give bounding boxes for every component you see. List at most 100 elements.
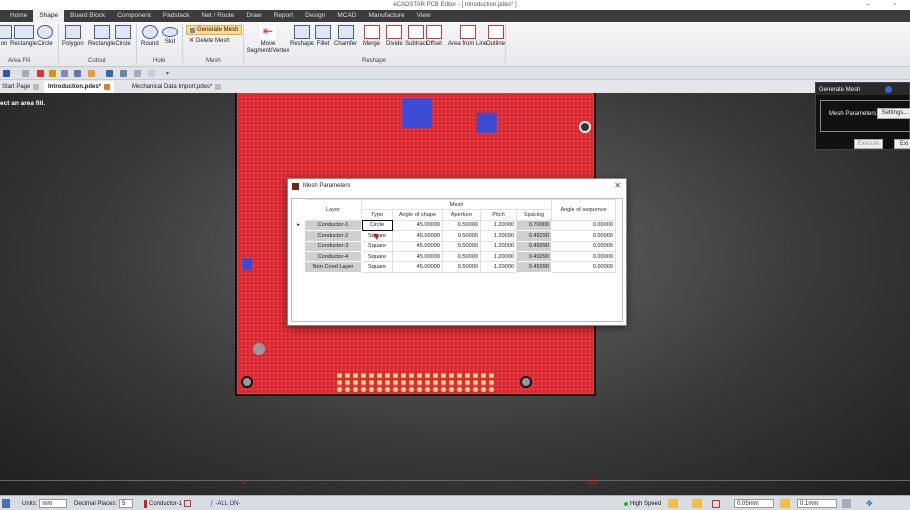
- area-fill-circle-button[interactable]: Circle: [37, 25, 53, 48]
- snap-icon[interactable]: [668, 499, 678, 508]
- menu-tab-draw[interactable]: Draw: [240, 10, 267, 22]
- menu-tab-board-block[interactable]: Board Block: [64, 10, 111, 22]
- maximize-button[interactable]: ▫: [894, 0, 896, 10]
- pitch-cell[interactable]: 1.20000: [480, 240, 517, 252]
- reshape-divide-button[interactable]: Divide: [386, 25, 403, 48]
- menu-tab-design[interactable]: Design: [299, 10, 331, 22]
- reshape-chamfer-button[interactable]: Chamfer: [334, 25, 357, 48]
- menu-tab-report[interactable]: Report: [268, 10, 300, 22]
- layer-settings-icon[interactable]: [184, 500, 192, 507]
- menu-tab-component[interactable]: Component: [111, 10, 157, 22]
- exit-button[interactable]: Exi: [894, 139, 910, 149]
- type-cell[interactable]: Square: [361, 240, 393, 252]
- menu-tab-padstack[interactable]: Padstack: [157, 10, 196, 22]
- bracket-icon[interactable]: [148, 70, 155, 77]
- menu-tab-view[interactable]: View: [411, 10, 437, 22]
- aperture-cell[interactable]: 0.50000: [442, 261, 481, 273]
- delete-icon[interactable]: [37, 70, 44, 77]
- pitch-cell[interactable]: 1.20000: [480, 261, 517, 273]
- customize-dropdown-icon[interactable]: ▾: [166, 70, 173, 77]
- grid-size-select[interactable]: 0.05mm: [734, 499, 774, 508]
- pan-icon[interactable]: ✥: [866, 499, 873, 508]
- table-row[interactable]: Non Cond Layer Square 45.00000 0.50000 1.200…: [292, 261, 616, 273]
- angle-of-sequence-cell[interactable]: 0.00000: [551, 250, 616, 263]
- settings-button[interactable]: Settings...: [877, 108, 910, 119]
- copy-icon[interactable]: [134, 70, 141, 77]
- hole-slot-button[interactable]: Slot: [162, 25, 178, 46]
- help-icon[interactable]: [885, 86, 892, 93]
- reshape-subtract-button[interactable]: Subtract: [405, 25, 427, 48]
- reshape-area-from-line-button[interactable]: Area from Line: [448, 25, 487, 48]
- table-row[interactable]: ▸ Conductor-1 Circle 45.00000 0.50000 1.20000…: [292, 219, 616, 232]
- cutout-rectangle-button[interactable]: Rectangle: [88, 25, 115, 48]
- close-button[interactable]: ✕: [614, 181, 621, 190]
- route-icon[interactable]: [692, 499, 702, 508]
- close-icon[interactable]: [33, 84, 40, 90]
- angle-of-sequence-cell[interactable]: 0.00000: [551, 230, 616, 242]
- aperture-cell[interactable]: 0.50000: [442, 240, 481, 252]
- undo-icon[interactable]: [3, 70, 10, 77]
- pitch-cell[interactable]: 1.20000: [480, 230, 517, 242]
- menu-tab-shape[interactable]: Shape: [33, 10, 65, 22]
- cutout-circle-button[interactable]: Circle: [115, 25, 131, 48]
- angle-of-shape-cell[interactable]: 45.00000: [392, 261, 443, 273]
- type-cell[interactable]: Circle: [361, 219, 393, 232]
- table-row[interactable]: Conductor-2 Square 45.00000 0.50000 1.20000 0…: [292, 230, 616, 242]
- close-icon[interactable]: [104, 84, 110, 90]
- angle-of-shape-cell[interactable]: 45.00000: [392, 219, 443, 232]
- minimize-button[interactable]: –: [866, 0, 870, 10]
- cutout-polygon-button[interactable]: Polygon: [62, 25, 84, 48]
- zoom-icon[interactable]: [61, 70, 68, 77]
- table-row[interactable]: Conductor-4 Square 45.00000 0.50000 1.20000 0…: [292, 250, 616, 263]
- tab-introduction[interactable]: Introduction.pdes*: [44, 81, 114, 93]
- menu-tab-net-route[interactable]: Net / Route: [196, 10, 241, 22]
- select-icon[interactable]: [49, 70, 56, 77]
- units-select[interactable]: mm: [39, 499, 68, 508]
- type-cell[interactable]: Square: [361, 250, 393, 263]
- mode-icon[interactable]: [2, 499, 10, 508]
- execute-button[interactable]: Execute: [854, 139, 883, 149]
- aperture-cell[interactable]: 0.50000: [442, 230, 481, 242]
- pitch-cell[interactable]: 1.20000: [480, 250, 517, 263]
- reshape-outline-button[interactable]: Outline: [486, 25, 505, 48]
- reshape-reshape-button[interactable]: Reshape: [290, 25, 314, 48]
- reshape-offset-button[interactable]: Offset: [426, 25, 442, 48]
- hole-round-button[interactable]: Round: [141, 25, 159, 48]
- reshape-fillet-button[interactable]: Fillet: [315, 25, 331, 48]
- close-icon[interactable]: [215, 84, 222, 90]
- speed-mode[interactable]: High Speed: [630, 501, 661, 507]
- menu-tab-mcad[interactable]: MCAD: [331, 10, 362, 22]
- view-icon[interactable]: [74, 70, 81, 77]
- angle-of-shape-cell[interactable]: 45.00000: [392, 230, 443, 242]
- filter-status[interactable]: -ALL ON-: [215, 501, 240, 507]
- menu-tab-manufacture[interactable]: Manufacture: [363, 10, 411, 22]
- comment-icon[interactable]: [88, 70, 95, 77]
- grid-icon[interactable]: [712, 499, 720, 508]
- angle-of-shape-cell[interactable]: 45.00000: [392, 240, 443, 252]
- angle-of-sequence-cell[interactable]: 0.00000: [551, 261, 616, 273]
- angle-of-sequence-cell[interactable]: 0.00000: [551, 240, 616, 252]
- aperture-cell[interactable]: 0.50000: [442, 219, 481, 232]
- active-layer[interactable]: Conductor-1: [149, 501, 182, 507]
- menu-tab-home[interactable]: Home: [4, 10, 33, 22]
- table-icon[interactable]: [120, 70, 127, 77]
- width-icon[interactable]: [780, 499, 790, 508]
- redo-icon[interactable]: [22, 70, 29, 77]
- area-fill-rectangle-button[interactable]: Rectangle: [10, 25, 37, 48]
- type-cell[interactable]: Square: [361, 261, 393, 273]
- line-width-select[interactable]: 0.1mm: [797, 499, 837, 508]
- pitch-cell[interactable]: 1.20000: [480, 219, 517, 232]
- decimal-places-select[interactable]: 5: [119, 499, 134, 508]
- tab-start-page[interactable]: Start Page: [0, 81, 43, 93]
- angle-of-shape-cell[interactable]: 45.00000: [392, 250, 443, 263]
- view-option-icon[interactable]: [842, 499, 851, 508]
- tab-mechanical-data-import[interactable]: Mechanical Data Import.pdes*: [128, 81, 225, 93]
- delete-mesh-button[interactable]: ✕ Delete Mesh: [186, 36, 233, 45]
- reshape-merge-button[interactable]: Merge: [363, 25, 380, 48]
- angle-of-sequence-cell[interactable]: 0.00000: [551, 219, 616, 232]
- table-row[interactable]: Conductor-3 Square 45.00000 0.50000 1.20000 0…: [292, 240, 616, 252]
- aperture-cell[interactable]: 0.50000: [442, 250, 481, 263]
- measure-icon[interactable]: [106, 70, 113, 77]
- generate-mesh-button[interactable]: Generate Mesh: [186, 25, 243, 35]
- move-segment-vertex-button[interactable]: ⇤ Move Segment/Vertex: [246, 25, 290, 55]
